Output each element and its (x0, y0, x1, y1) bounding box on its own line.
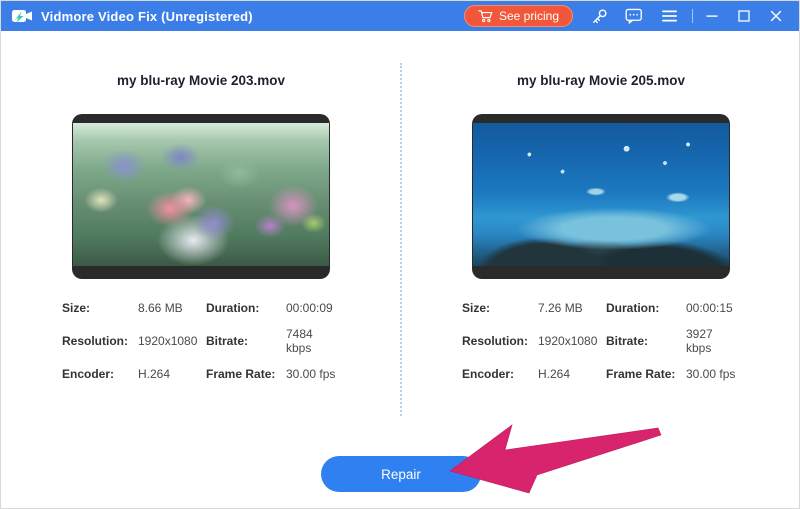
menu-button[interactable] (660, 7, 678, 25)
titlebar-separator (692, 9, 693, 23)
titlebar-actions: See pricing (464, 5, 789, 27)
meta-label-framerate: Frame Rate: (606, 367, 686, 381)
video-filename: my blu-ray Movie 205.mov (401, 73, 800, 88)
video-filename: my blu-ray Movie 203.mov (1, 73, 401, 88)
meta-value-size: 8.66 MB (138, 301, 206, 315)
meta-label-duration: Duration: (606, 301, 686, 315)
meta-label-size: Size: (62, 301, 138, 315)
meta-label-duration: Duration: (206, 301, 286, 315)
feedback-button[interactable] (625, 7, 643, 25)
meta-value-encoder: H.264 (538, 367, 606, 381)
key-icon (591, 8, 608, 25)
minimize-icon (706, 10, 718, 22)
video-frame-flower-shop (73, 123, 329, 266)
meta-label-framerate: Frame Rate: (206, 367, 286, 381)
register-key-button[interactable] (590, 7, 608, 25)
app-logo-icon (11, 7, 33, 25)
meta-label-resolution: Resolution: (62, 334, 138, 348)
hamburger-menu-icon (661, 9, 678, 23)
close-icon (770, 10, 782, 22)
meta-value-size: 7.26 MB (538, 301, 606, 315)
title-bar: Vidmore Video Fix (Unregistered) See pri… (1, 1, 799, 31)
maximize-button[interactable] (731, 7, 757, 25)
feedback-bubble-icon (625, 8, 643, 24)
video-panel-result: my blu-ray Movie 205.mov Size: 7.26 MB D… (401, 31, 800, 381)
maximize-icon (738, 10, 750, 22)
meta-value-resolution: 1920x1080 (138, 334, 206, 348)
meta-label-bitrate: Bitrate: (206, 334, 286, 348)
meta-value-duration: 00:00:09 (286, 301, 340, 315)
meta-label-resolution: Resolution: (462, 334, 538, 348)
video-panel-source: my blu-ray Movie 203.mov Size: 8.66 MB D… (1, 31, 401, 381)
meta-label-bitrate: Bitrate: (606, 334, 686, 348)
see-pricing-label: See pricing (499, 9, 559, 23)
meta-value-encoder: H.264 (138, 367, 206, 381)
minimize-button[interactable] (699, 7, 725, 25)
video-metadata: Size: 7.26 MB Duration: 00:00:15 Resolut… (462, 301, 740, 381)
repair-button[interactable]: Repair (321, 456, 481, 492)
meta-value-duration: 00:00:15 (686, 301, 740, 315)
meta-label-size: Size: (462, 301, 538, 315)
meta-value-resolution: 1920x1080 (538, 334, 606, 348)
meta-value-bitrate: 7484 kbps (286, 327, 340, 355)
meta-value-framerate: 30.00 fps (686, 367, 740, 381)
close-button[interactable] (763, 7, 789, 25)
see-pricing-button[interactable]: See pricing (464, 5, 573, 27)
video-preview-ocean (472, 114, 730, 279)
window-title: Vidmore Video Fix (Unregistered) (41, 9, 253, 24)
meta-value-framerate: 30.00 fps (286, 367, 340, 381)
meta-label-encoder: Encoder: (462, 367, 538, 381)
video-preview-flowers (72, 114, 330, 279)
shopping-cart-icon (478, 9, 493, 23)
app-window: Vidmore Video Fix (Unregistered) See pri… (0, 0, 800, 509)
video-frame-underwater (473, 123, 729, 266)
main-content: my blu-ray Movie 203.mov Size: 8.66 MB D… (1, 31, 799, 508)
meta-label-encoder: Encoder: (62, 367, 138, 381)
video-metadata: Size: 8.66 MB Duration: 00:00:09 Resolut… (62, 301, 340, 381)
meta-value-bitrate: 3927 kbps (686, 327, 740, 355)
